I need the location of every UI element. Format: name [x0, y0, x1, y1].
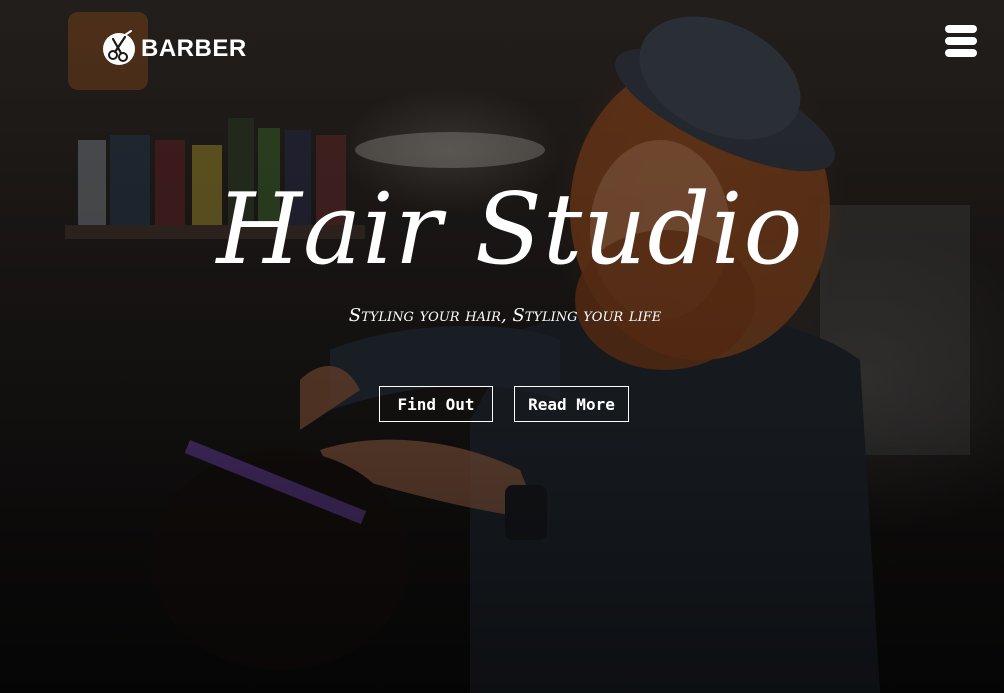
- find-out-button[interactable]: Find Out: [379, 386, 493, 422]
- scissors-comb-icon: [103, 30, 135, 65]
- hero-section: BARBER Hair Studio Styling your hair, St…: [0, 0, 1004, 693]
- menu-bar: [945, 37, 977, 45]
- hamburger-menu-icon[interactable]: [945, 25, 979, 59]
- hero-title: Hair Studio: [216, 173, 804, 287]
- read-more-button[interactable]: Read More: [514, 386, 629, 422]
- hero-subtitle: Styling your hair, Styling your life: [348, 305, 662, 326]
- brand-name: BARBER: [141, 35, 247, 62]
- menu-bar: [945, 49, 977, 57]
- dark-overlay: [0, 0, 1004, 693]
- brand-logo[interactable]: BARBER: [101, 29, 247, 69]
- menu-bar: [945, 25, 977, 33]
